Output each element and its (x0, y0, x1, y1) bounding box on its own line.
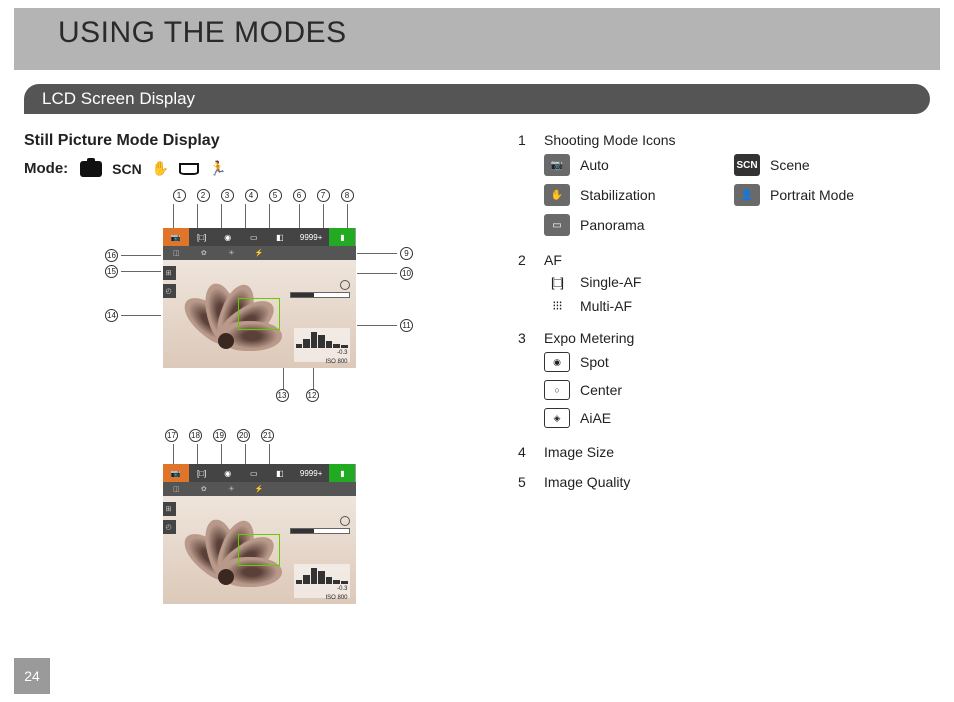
center-metering-icon: ○ (544, 380, 570, 400)
section-heading: LCD Screen Display (24, 84, 930, 114)
diagram-1: 1 2 3 4 5 6 7 8 📷 [□] ◉ ▭ ◧ 99 (79, 189, 439, 419)
callout-10: 10 (400, 267, 413, 280)
mode-indicator-icon: 📷 (163, 228, 189, 246)
lcd-screen-1: 📷 [□] ◉ ▭ ◧ 9999+ ▮ ◫✿☀⚡ (163, 228, 356, 368)
mode-row: Mode: SCN ✋ 🏃 (24, 160, 494, 177)
portrait-icon: 🏃 (209, 160, 226, 177)
legend-item-1: 1 Shooting Mode Icons 📷Auto SCNScene ✋St… (518, 132, 930, 244)
callout-1: 1 (173, 189, 186, 202)
chapter-title-bar: USING THE MODES (14, 8, 940, 70)
callout-3: 3 (221, 189, 234, 202)
focus-bracket (238, 298, 280, 330)
callout-2: 2 (197, 189, 210, 202)
stabilization-icon: ✋ (152, 160, 169, 177)
callout-14: 14 (105, 309, 118, 322)
histogram: -0.3 ISO 800 (294, 328, 350, 362)
callout-11: 11 (400, 319, 413, 332)
zoom-bar (290, 292, 350, 298)
lcd-screen-2: 📷 [□]◉▭◧ 9999+ ▮ ◫✿☀⚡ -0.3 (163, 464, 356, 604)
panorama-icon: ▭ (544, 214, 570, 236)
callout-13: 13 (276, 389, 289, 402)
callout-18: 18 (189, 429, 202, 442)
callout-6: 6 (293, 189, 306, 202)
iso-value: ISO 800 (325, 359, 347, 365)
callout-7: 7 (317, 189, 330, 202)
portrait-mode-icon: 👤 (734, 184, 760, 206)
side-tab-2: ◴ (163, 284, 176, 298)
callout-4: 4 (245, 189, 258, 202)
magnify-icon (340, 280, 350, 290)
side-tab-1: ⊞ (163, 266, 176, 280)
scene-icon: SCN (734, 154, 760, 176)
camera-icon (80, 161, 102, 177)
shots-remaining: 9999+ (293, 228, 330, 246)
chapter-title: USING THE MODES (58, 16, 940, 50)
callout-5: 5 (269, 189, 282, 202)
callout-17: 17 (165, 429, 178, 442)
callout-19: 19 (213, 429, 226, 442)
callout-21: 21 (261, 429, 274, 442)
auto-icon: 📷 (544, 154, 570, 176)
legend-column: 1 Shooting Mode Icons 📷Auto SCNScene ✋St… (518, 132, 930, 614)
subheading: Still Picture Mode Display (24, 132, 494, 150)
callout-20: 20 (237, 429, 250, 442)
callout-9: 9 (400, 247, 413, 260)
ev-value: -0.3 (337, 350, 347, 356)
left-column: Still Picture Mode Display Mode: SCN ✋ 🏃… (24, 132, 494, 614)
callout-16: 16 (105, 249, 118, 262)
legend-item-5: 5 Image Quality (518, 474, 930, 496)
legend-item-2: 2 AF [□]Single-AF ⁝⁝⁝Multi-AF (518, 252, 930, 322)
callout-12: 12 (306, 389, 319, 402)
spot-metering-icon: ◉ (544, 352, 570, 372)
page-number: 24 (14, 658, 50, 694)
mode-label: Mode: (24, 160, 68, 177)
multi-af-icon: ⁝⁝⁝ (544, 298, 570, 314)
legend-item-4: 4 Image Size (518, 444, 930, 466)
legend-item-3: 3 Expo Metering ◉Spot ○Center ◈AiAE (518, 330, 930, 436)
aiae-metering-icon: ◈ (544, 408, 570, 428)
stabilization-icon: ✋ (544, 184, 570, 206)
callout-15: 15 (105, 265, 118, 278)
callout-8: 8 (341, 189, 354, 202)
panorama-icon (179, 163, 199, 175)
diagram-2: 17 18 19 20 21 📷 [□]◉▭◧ 9999+ ▮ ◫✿☀⚡ (79, 429, 439, 604)
single-af-icon: [□] (544, 275, 570, 290)
scn-text: SCN (112, 161, 142, 177)
